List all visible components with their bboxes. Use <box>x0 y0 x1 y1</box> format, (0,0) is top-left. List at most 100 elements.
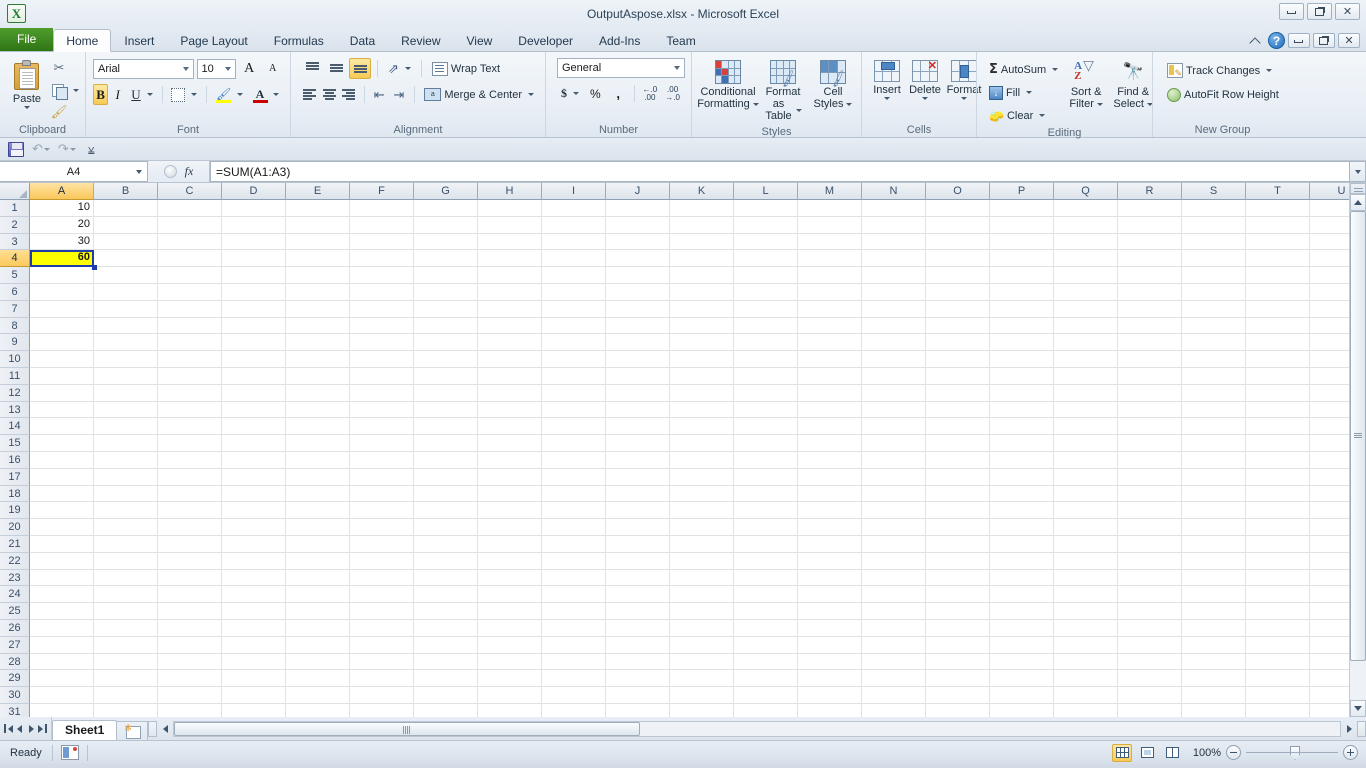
zoom-out-button[interactable] <box>1226 745 1241 760</box>
cell-T28[interactable] <box>1246 653 1310 671</box>
cell-Q26[interactable] <box>1054 619 1118 637</box>
grow-font-button[interactable]: A <box>239 58 260 79</box>
cell-K8[interactable] <box>670 317 734 335</box>
cell-Q19[interactable] <box>1054 502 1118 520</box>
tab-split-handle[interactable] <box>148 720 158 737</box>
column-header-F[interactable]: F <box>350 183 414 200</box>
cell-C26[interactable] <box>158 619 222 637</box>
cell-Q12[interactable] <box>1054 384 1118 402</box>
cell-D12[interactable] <box>222 384 286 402</box>
cell-O9[interactable] <box>926 334 990 352</box>
cell-E13[interactable] <box>286 401 350 419</box>
first-sheet-button[interactable] <box>3 723 14 734</box>
insert-worksheet-button[interactable]: ✻ <box>116 721 149 740</box>
cell-T20[interactable] <box>1246 519 1310 536</box>
cell-D16[interactable] <box>222 451 286 469</box>
restore-workbook-button[interactable] <box>1313 33 1335 48</box>
cell-H1[interactable] <box>478 200 542 217</box>
cell-R16[interactable] <box>1118 451 1182 469</box>
cell-O22[interactable] <box>926 552 990 570</box>
cell-F23[interactable] <box>350 569 414 587</box>
cell-O10[interactable] <box>926 351 990 368</box>
column-header-A[interactable]: A <box>30 183 94 200</box>
cell-F16[interactable] <box>350 451 414 469</box>
cell-I24[interactable] <box>542 586 606 604</box>
cell-R27[interactable] <box>1118 636 1182 654</box>
select-all-button[interactable] <box>0 183 30 200</box>
cell-D4[interactable] <box>222 250 286 268</box>
borders-button[interactable] <box>167 84 201 105</box>
cell-T31[interactable] <box>1246 703 1310 717</box>
cell-M28[interactable] <box>798 653 862 671</box>
view-page-break-button[interactable] <box>1162 744 1182 762</box>
accounting-format-button[interactable]: $ <box>557 83 583 104</box>
cell-M12[interactable] <box>798 384 862 402</box>
column-header-N[interactable]: N <box>862 183 926 200</box>
row-header-17[interactable]: 17 <box>0 468 30 486</box>
cell-O27[interactable] <box>926 636 990 654</box>
column-header-T[interactable]: T <box>1246 183 1310 200</box>
cell-N27[interactable] <box>862 636 926 654</box>
cell-C31[interactable] <box>158 703 222 717</box>
cell-R21[interactable] <box>1118 535 1182 553</box>
cell-B3[interactable] <box>94 233 158 251</box>
close-workbook-button[interactable]: ✕ <box>1338 33 1360 48</box>
cell-F13[interactable] <box>350 401 414 419</box>
cell-G20[interactable] <box>414 519 478 536</box>
tab-insert[interactable]: Insert <box>111 29 167 51</box>
cell-C20[interactable] <box>158 519 222 536</box>
cell-L3[interactable] <box>734 233 798 251</box>
cell-I7[interactable] <box>542 300 606 318</box>
cell-I14[interactable] <box>542 418 606 436</box>
cell-A24[interactable] <box>30 586 94 604</box>
cell-I3[interactable] <box>542 233 606 251</box>
cell-T8[interactable] <box>1246 317 1310 335</box>
cell-G19[interactable] <box>414 502 478 520</box>
cell-R10[interactable] <box>1118 351 1182 368</box>
cell-Q18[interactable] <box>1054 485 1118 503</box>
cell-Q16[interactable] <box>1054 451 1118 469</box>
cell-M13[interactable] <box>798 401 862 419</box>
cell-E23[interactable] <box>286 569 350 587</box>
cell-Q7[interactable] <box>1054 300 1118 318</box>
cell-I12[interactable] <box>542 384 606 402</box>
cell-O19[interactable] <box>926 502 990 520</box>
sort-filter-button[interactable]: A Z ▽ Sort & Filter <box>1064 57 1108 113</box>
cell-H17[interactable] <box>478 468 542 486</box>
align-middle-button[interactable] <box>325 58 347 79</box>
cell-E1[interactable] <box>286 200 350 217</box>
cell-C23[interactable] <box>158 569 222 587</box>
zoom-in-button[interactable] <box>1343 745 1358 760</box>
cell-P21[interactable] <box>990 535 1054 553</box>
cell-R4[interactable] <box>1118 250 1182 268</box>
cell-M22[interactable] <box>798 552 862 570</box>
column-header-S[interactable]: S <box>1182 183 1246 200</box>
cell-I27[interactable] <box>542 636 606 654</box>
row-header-29[interactable]: 29 <box>0 670 30 688</box>
cell-F9[interactable] <box>350 334 414 352</box>
cell-P24[interactable] <box>990 586 1054 604</box>
cell-T6[interactable] <box>1246 283 1310 301</box>
cell-H12[interactable] <box>478 384 542 402</box>
cell-U29[interactable] <box>1310 670 1349 688</box>
cell-G22[interactable] <box>414 552 478 570</box>
cell-G21[interactable] <box>414 535 478 553</box>
cell-J20[interactable] <box>606 519 670 536</box>
vertical-scroll-track[interactable] <box>1350 211 1366 700</box>
cell-H31[interactable] <box>478 703 542 717</box>
cell-R15[interactable] <box>1118 435 1182 452</box>
cell-T2[interactable] <box>1246 216 1310 234</box>
cell-K25[interactable] <box>670 603 734 620</box>
cell-N16[interactable] <box>862 451 926 469</box>
copy-button[interactable] <box>48 80 83 101</box>
cell-L26[interactable] <box>734 619 798 637</box>
cell-U20[interactable] <box>1310 519 1349 536</box>
cell-M21[interactable] <box>798 535 862 553</box>
cell-D10[interactable] <box>222 351 286 368</box>
row-header-13[interactable]: 13 <box>0 401 30 419</box>
cell-B12[interactable] <box>94 384 158 402</box>
cell-C11[interactable] <box>158 367 222 385</box>
cell-T26[interactable] <box>1246 619 1310 637</box>
cell-F22[interactable] <box>350 552 414 570</box>
cell-L28[interactable] <box>734 653 798 671</box>
